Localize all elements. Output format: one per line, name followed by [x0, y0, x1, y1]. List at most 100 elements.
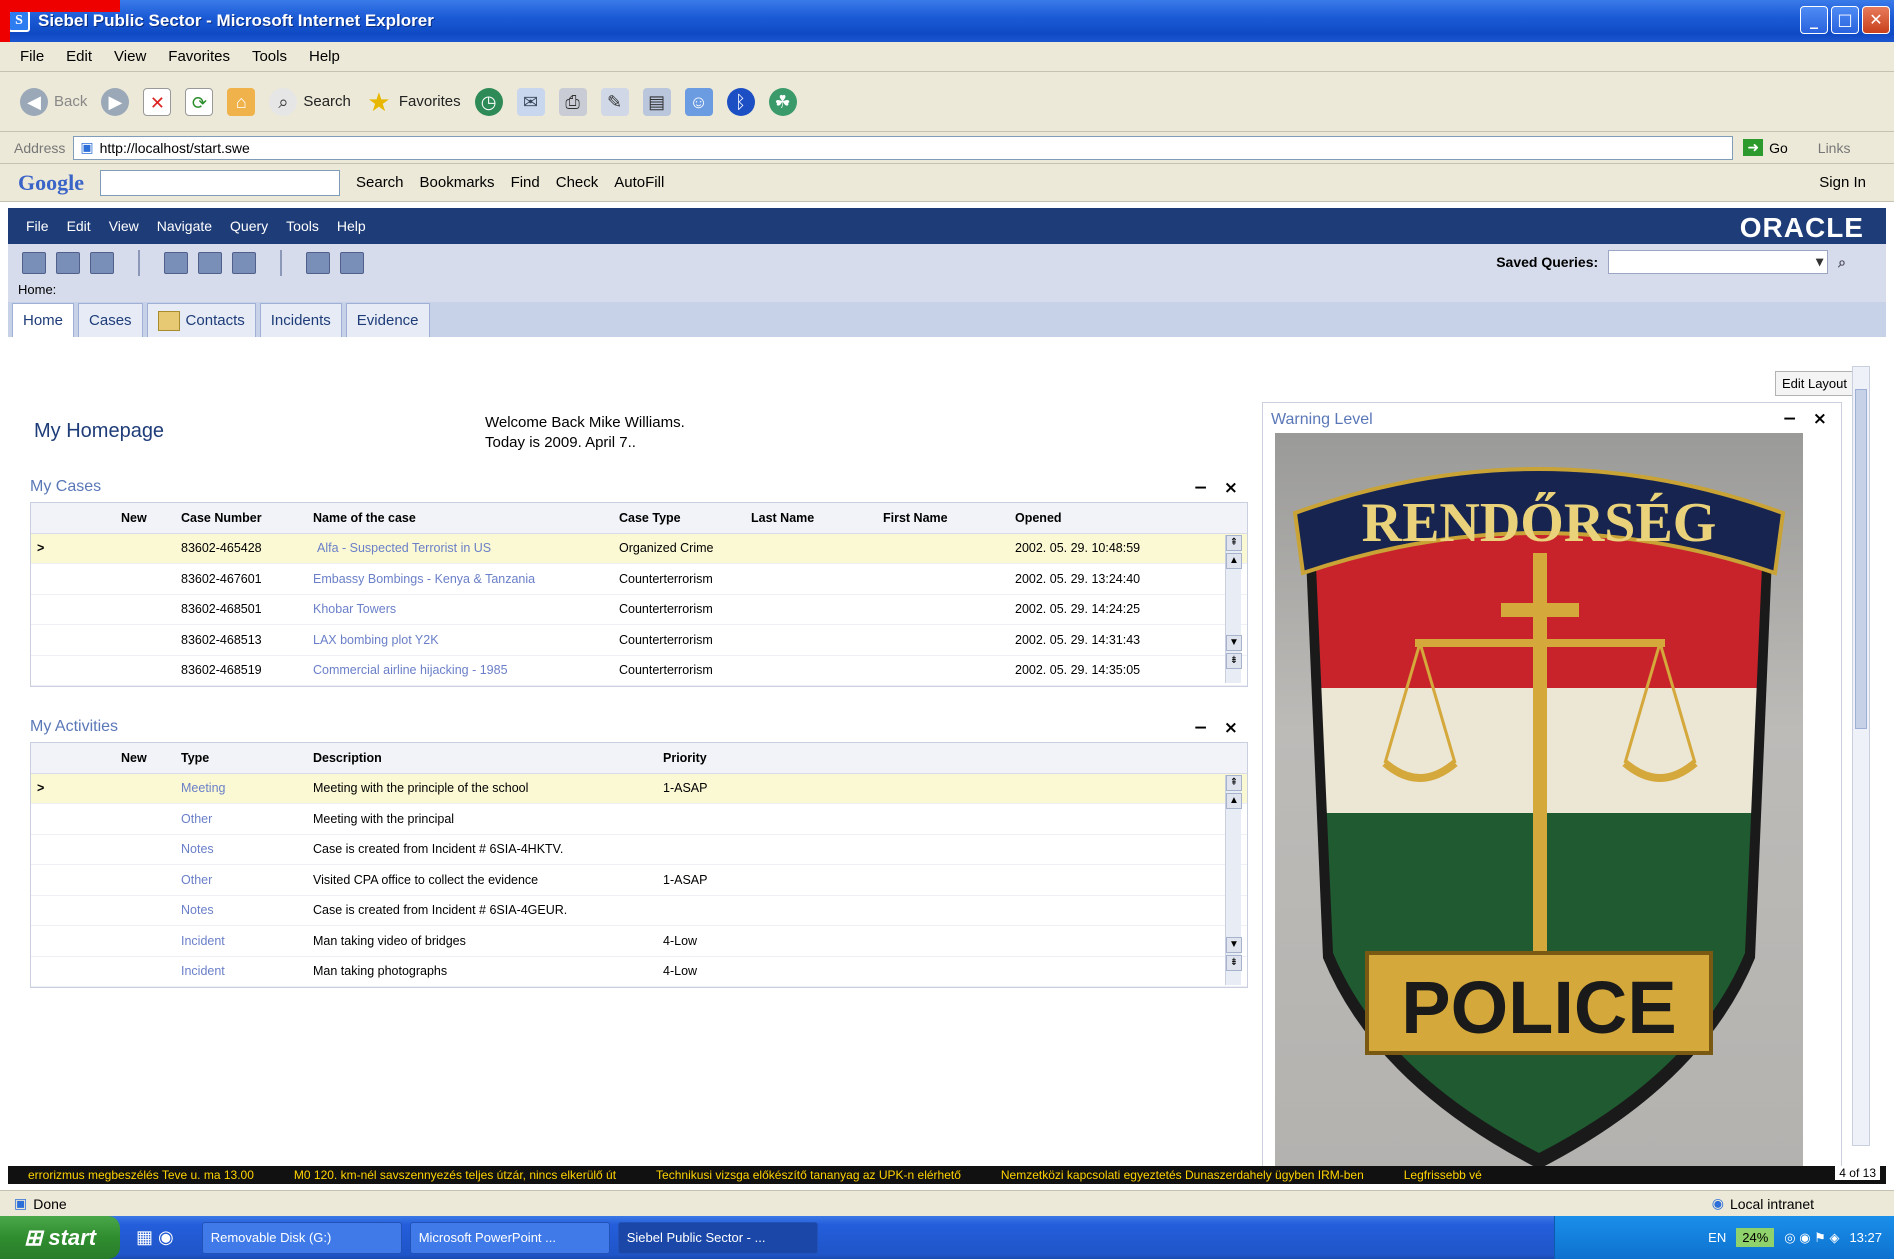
- maximize-button[interactable]: □: [1831, 6, 1859, 34]
- column-header[interactable]: Case Type: [619, 503, 751, 534]
- case-name-link[interactable]: Khobar Towers: [313, 594, 619, 625]
- copy-record-icon[interactable]: [56, 252, 80, 274]
- go-button[interactable]: ➜ Go: [1743, 139, 1788, 156]
- scroll-down-icon[interactable]: ▼: [1226, 635, 1242, 651]
- task-siebel[interactable]: Siebel Public Sector - ...: [617, 1221, 818, 1254]
- start-button[interactable]: ⊞ start: [0, 1216, 120, 1259]
- column-header[interactable]: Priority: [663, 743, 1247, 774]
- tab-contacts[interactable]: Contacts: [146, 303, 256, 337]
- execute-query-icon[interactable]: [198, 252, 222, 274]
- google-logo[interactable]: Google: [18, 170, 84, 196]
- menu-file[interactable]: File: [20, 48, 44, 65]
- new-record-icon[interactable]: [22, 252, 46, 274]
- minimize-applet-icon[interactable]: −: [1194, 718, 1208, 738]
- ticker-item[interactable]: errorizmus megbeszélés Teve u. ma 13.00: [28, 1168, 254, 1182]
- scroll-up-icon[interactable]: ▲: [1226, 553, 1242, 569]
- tab-incidents[interactable]: Incidents: [259, 303, 342, 337]
- query-icon[interactable]: [164, 252, 188, 274]
- column-header[interactable]: Case Number: [181, 503, 313, 534]
- ticker-item[interactable]: Technikusi vizsga előkészítő tananyag az…: [656, 1168, 961, 1182]
- history-icon[interactable]: ◷: [474, 87, 503, 116]
- edit-icon[interactable]: ✎: [600, 87, 629, 116]
- send-icon[interactable]: [306, 252, 330, 274]
- close-button[interactable]: ✕: [1862, 6, 1890, 34]
- first-page-icon[interactable]: ⇞: [1226, 775, 1242, 791]
- table-row[interactable]: 83602-467601 Embassy Bombings - Kenya & …: [31, 563, 1247, 595]
- column-header[interactable]: Opened: [1015, 503, 1247, 534]
- activity-type-link[interactable]: Other: [181, 803, 313, 835]
- minimize-button[interactable]: _: [1800, 6, 1828, 34]
- messenger-icon[interactable]: ☺: [684, 87, 713, 116]
- column-header[interactable]: Description: [313, 743, 663, 774]
- ticker-item[interactable]: Nemzetközi kapcsolati egyeztetés Dunasze…: [1001, 1168, 1364, 1182]
- google-autofill-button[interactable]: AutoFill: [614, 174, 664, 191]
- close-applet-icon[interactable]: ×: [1224, 478, 1238, 498]
- table-row[interactable]: 83602-468513 LAX bombing plot Y2K Counte…: [31, 624, 1247, 656]
- siebel-menu-navigate[interactable]: Navigate: [157, 218, 212, 234]
- research-icon[interactable]: ☘: [768, 87, 797, 116]
- case-name-link[interactable]: Embassy Bombings - Kenya & Tanzania: [313, 563, 619, 595]
- google-search-input[interactable]: [100, 169, 340, 196]
- google-check-button[interactable]: Check: [556, 174, 599, 191]
- table-row[interactable]: 83602-468501 Khobar Towers Counterterror…: [31, 594, 1247, 625]
- activity-type-link[interactable]: Notes: [181, 895, 313, 926]
- siebel-menu-query[interactable]: Query: [230, 218, 268, 234]
- column-header[interactable]: Type: [181, 743, 313, 774]
- column-header[interactable]: First Name: [883, 503, 1015, 534]
- cases-scrollbar[interactable]: ⇞ ▲ ▼ ⇟: [1225, 535, 1242, 683]
- activity-type-link[interactable]: Incident: [181, 925, 313, 957]
- tray-icons[interactable]: ◎ ◉ ⚑ ◈: [1784, 1230, 1839, 1246]
- mail-icon[interactable]: ✉: [516, 87, 545, 116]
- google-signin-button[interactable]: Sign In: [1819, 174, 1866, 191]
- report-icon[interactable]: [340, 252, 364, 274]
- google-bookmarks-button[interactable]: Bookmarks: [420, 174, 495, 191]
- table-row[interactable]: Notes Case is created from Incident # 6S…: [31, 834, 1247, 865]
- tab-cases[interactable]: Cases: [78, 303, 143, 337]
- close-applet-icon[interactable]: ×: [1224, 718, 1238, 738]
- search-button[interactable]: ⌕ Search: [269, 87, 351, 116]
- activity-type-link[interactable]: Meeting: [181, 773, 313, 804]
- home-icon[interactable]: ⌂: [227, 87, 256, 116]
- table-row[interactable]: > Meeting Meeting with the principle of …: [31, 773, 1247, 804]
- sync-icon[interactable]: [90, 252, 114, 274]
- menu-tools[interactable]: Tools: [252, 48, 287, 65]
- ticker-item[interactable]: Legfrissebb vé: [1404, 1168, 1482, 1182]
- activity-type-link[interactable]: Other: [181, 864, 313, 896]
- ticker-item[interactable]: M0 120. km-nél savszennyezés teljes útzá…: [294, 1168, 616, 1182]
- page-scrollbar-thumb[interactable]: [1855, 389, 1867, 729]
- scroll-down-icon[interactable]: ▼: [1226, 937, 1242, 953]
- address-input[interactable]: ▣ http://localhost/start.swe: [73, 135, 1734, 160]
- scroll-up-icon[interactable]: ▲: [1226, 793, 1242, 809]
- case-name-link[interactable]: LAX bombing plot Y2K: [313, 624, 619, 656]
- menu-view[interactable]: View: [114, 48, 146, 65]
- case-name-link[interactable]: Commercial airline hijacking - 1985: [313, 655, 619, 686]
- search-icon[interactable]: ⌕: [1838, 254, 1846, 271]
- table-row[interactable]: Other Visited CPA office to collect the …: [31, 864, 1247, 896]
- links-label[interactable]: Links: [1818, 140, 1851, 156]
- column-header[interactable]: Name of the case: [313, 503, 619, 534]
- activities-scrollbar[interactable]: ⇞ ▲ ▼ ⇟: [1225, 775, 1242, 985]
- tab-evidence[interactable]: Evidence: [345, 303, 430, 337]
- google-search-button[interactable]: Search: [356, 174, 404, 191]
- refine-query-icon[interactable]: [232, 252, 256, 274]
- discuss-icon[interactable]: ▤: [642, 87, 671, 116]
- table-row[interactable]: Notes Case is created from Incident # 6S…: [31, 895, 1247, 926]
- siebel-menu-view[interactable]: View: [109, 218, 139, 234]
- task-removable-disk[interactable]: Removable Disk (G:): [201, 1221, 402, 1254]
- table-row[interactable]: Incident Man taking photographs 4-Low: [31, 956, 1247, 987]
- page-scrollbar[interactable]: [1852, 366, 1870, 1146]
- forward-button[interactable]: ▶: [101, 87, 130, 116]
- minimize-applet-icon[interactable]: −: [1194, 478, 1208, 498]
- table-row[interactable]: Other Meeting with the principal: [31, 803, 1247, 835]
- minimize-applet-icon[interactable]: −: [1783, 409, 1797, 429]
- close-applet-icon[interactable]: ×: [1813, 409, 1827, 429]
- case-name-link[interactable]: Alfa - Suspected Terrorist in US: [313, 533, 619, 564]
- column-header[interactable]: New: [51, 503, 181, 534]
- last-page-icon[interactable]: ⇟: [1226, 955, 1242, 971]
- table-row[interactable]: > 83602-465428 Alfa - Suspected Terroris…: [31, 533, 1247, 564]
- edit-layout-button[interactable]: Edit Layout: [1774, 371, 1854, 396]
- stop-icon[interactable]: ✕: [143, 87, 172, 116]
- saved-queries-select[interactable]: [1608, 250, 1829, 274]
- menu-favorites[interactable]: Favorites: [168, 48, 230, 65]
- back-button[interactable]: ◀ Back: [20, 87, 87, 116]
